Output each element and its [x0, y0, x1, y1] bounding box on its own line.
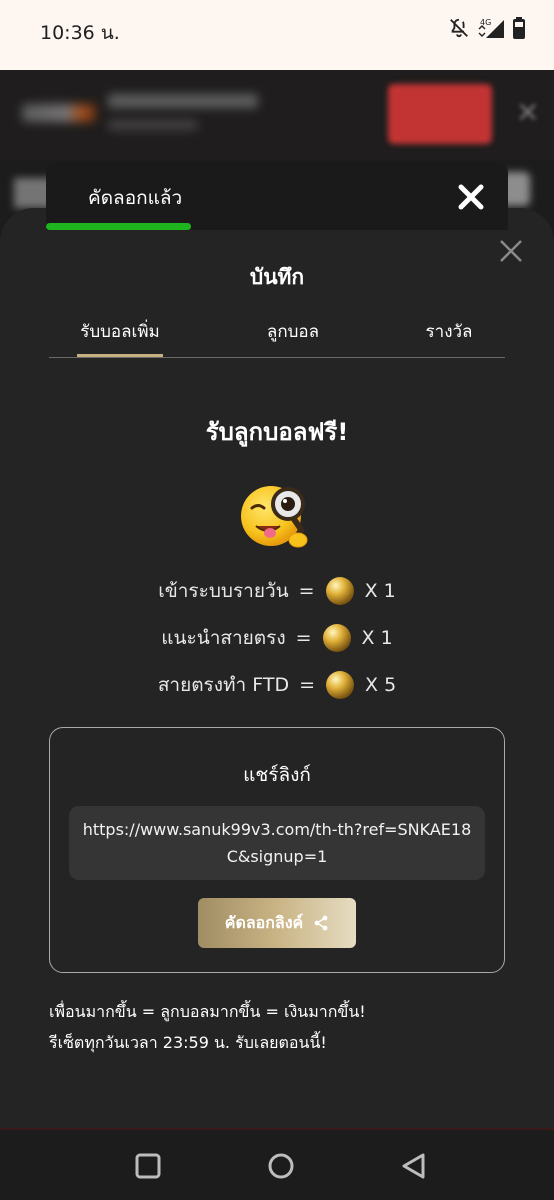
home-icon[interactable]	[261, 1146, 301, 1186]
background-close-icon: ✕	[516, 96, 540, 129]
system-nav-bar	[0, 1128, 554, 1200]
gold-ball-icon	[322, 624, 351, 652]
headline: รับลูกบอลฟรี!	[205, 418, 349, 446]
reward-label: สายตรงทำ FTD	[157, 674, 290, 696]
recents-icon[interactable]	[128, 1146, 168, 1186]
reward-row-daily-login: เข้าระบบรายวัน = X 1	[0, 573, 554, 609]
toast-progress-bar	[46, 223, 191, 230]
copy-link-button[interactable]: คัดลอกลิงค์	[198, 898, 356, 948]
background-logo	[22, 104, 96, 122]
status-time: 10:36 น.	[40, 22, 120, 44]
sheet-title: บันทึก	[249, 265, 305, 289]
status-bar: 10:36 น. 4G	[0, 0, 554, 70]
reward-label: เข้าระบบรายวัน	[158, 580, 289, 602]
tab-get-more-balls[interactable]: รับบอลเพิ่ม	[77, 316, 163, 357]
equals-sign: =	[298, 580, 315, 602]
reset-time-text: รีเซ็ตทุกวันเวลา 23:59 น. รับเลยตอนนี้!	[49, 1033, 327, 1052]
gold-ball-icon	[325, 577, 354, 605]
bell-off-icon	[450, 18, 468, 38]
share-title: แชร์ลิงก์	[243, 764, 311, 786]
reward-row-direct-referral: แนะนำสายตรง = X 1	[0, 620, 554, 656]
tab-rewards[interactable]: รางวัล	[421, 316, 477, 357]
promo-text: เพื่อนมากขึ้น = ลูกบอลมากขึ้น = เงินมากข…	[49, 1002, 366, 1021]
tab-bar: รับบอลเพิ่ม ลูกบอล รางวัล	[49, 316, 505, 358]
reward-label: แนะนำสายตรง	[161, 627, 286, 649]
reward-multiplier: X 1	[361, 627, 393, 649]
share-icon	[314, 915, 328, 931]
toast-close-icon[interactable]	[456, 182, 486, 212]
background-button	[388, 84, 492, 144]
status-icons: 4G	[448, 16, 526, 40]
gold-ball-icon	[326, 671, 355, 699]
battery-icon	[513, 17, 525, 39]
toast-message: คัดลอกแล้ว	[88, 187, 183, 209]
background-text	[108, 120, 198, 130]
equals-sign: =	[299, 674, 316, 696]
reward-multiplier: X 1	[364, 580, 396, 602]
reward-multiplier: X 5	[365, 674, 397, 696]
background-text	[108, 94, 258, 108]
referral-link-field[interactable]: https://www.sanuk99v3.com/th-th?ref=SNKA…	[69, 806, 485, 880]
equals-sign: =	[295, 627, 312, 649]
copy-link-label: คัดลอกลิงค์	[224, 912, 304, 932]
winking-magnifier-emoji-icon	[241, 486, 308, 548]
back-icon[interactable]	[394, 1146, 434, 1186]
tab-balls[interactable]: ลูกบอล	[253, 316, 333, 357]
reward-row-direct-ftd: สายตรงทำ FTD = X 5	[0, 667, 554, 703]
signal-icon: 4G	[478, 18, 504, 38]
